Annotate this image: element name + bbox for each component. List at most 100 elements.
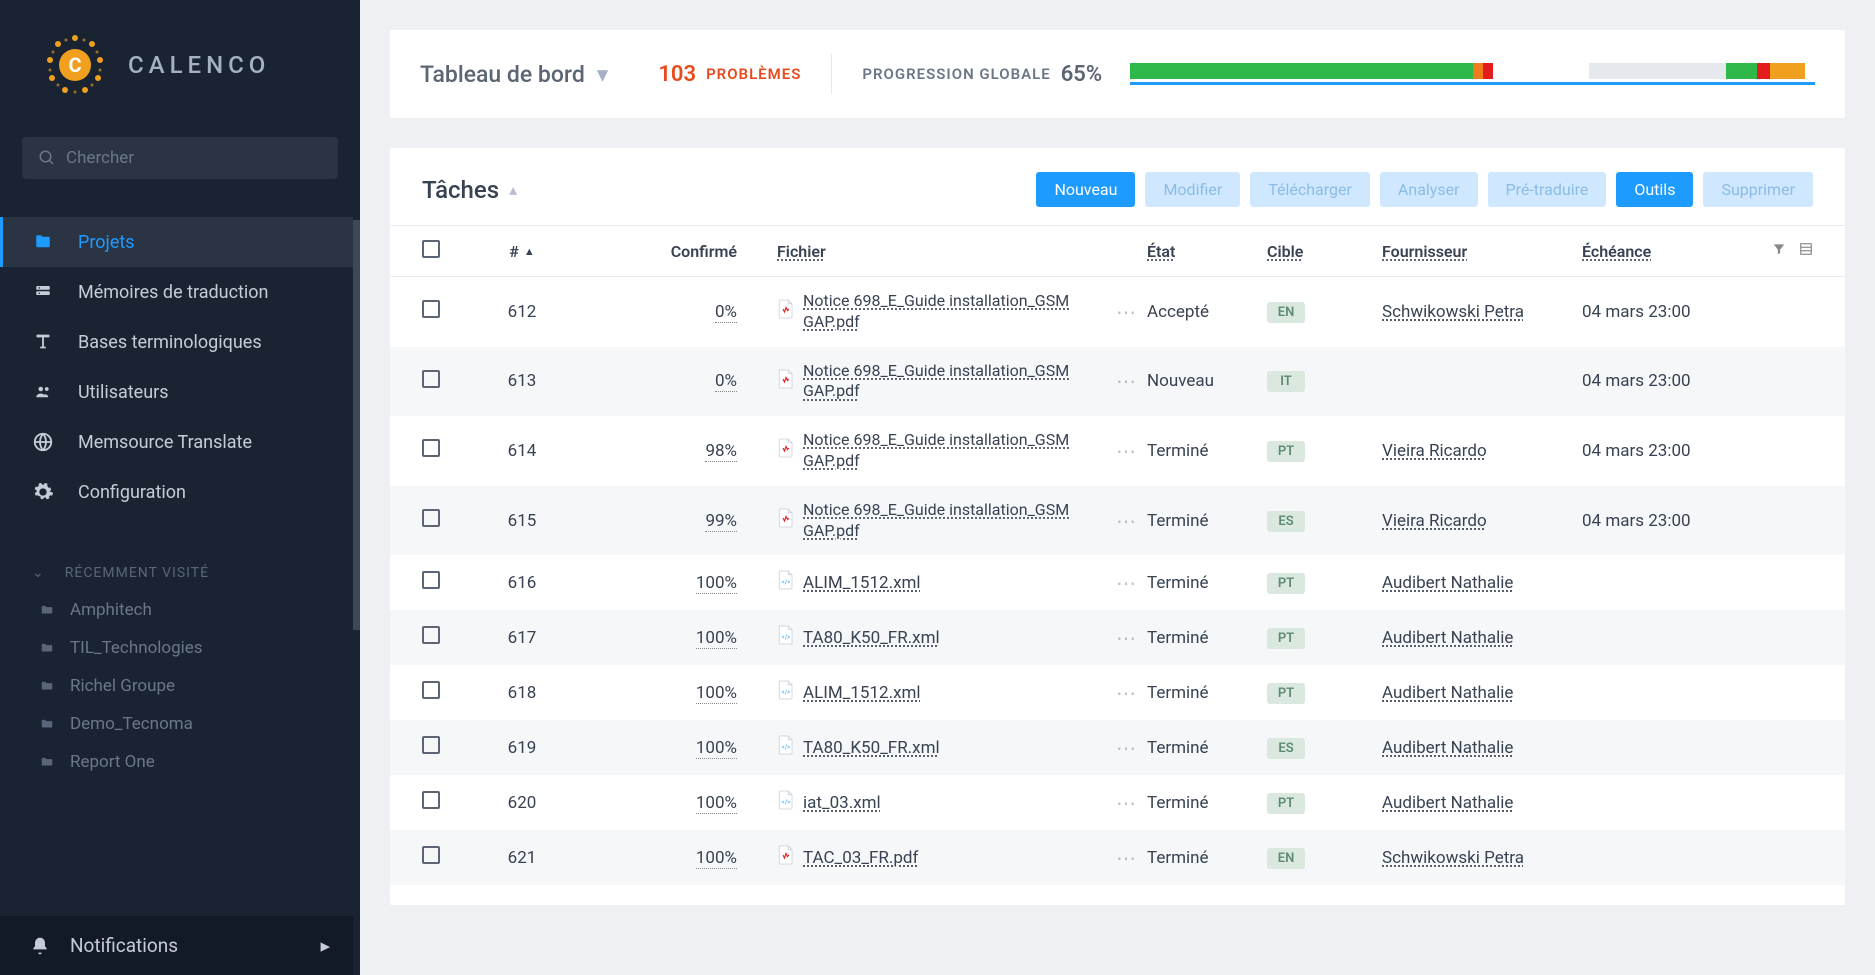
row-state: Terminé bbox=[1147, 573, 1267, 593]
column-deadline[interactable]: Échéance bbox=[1582, 242, 1762, 261]
target-badge: EN bbox=[1267, 848, 1305, 869]
row-checkbox[interactable] bbox=[422, 571, 440, 589]
table-row[interactable]: 620100%</>iat_03.xml⋯TerminéPTAudibert N… bbox=[390, 775, 1845, 830]
row-provider[interactable]: Audibert Nathalie bbox=[1382, 793, 1582, 813]
outils-button[interactable]: Outils bbox=[1616, 172, 1693, 207]
row-provider[interactable]: Audibert Nathalie bbox=[1382, 573, 1582, 593]
table-row[interactable]: 6130%Notice 698_E_Guide installation_GSM… bbox=[390, 347, 1845, 417]
more-icon[interactable]: ⋯ bbox=[1116, 300, 1138, 324]
sidebar-item-gear[interactable]: Configuration bbox=[0, 467, 360, 517]
target-badge: PT bbox=[1267, 628, 1305, 649]
table-row[interactable]: 617100%</>TA80_K50_FR.xml⋯TerminéPTAudib… bbox=[390, 610, 1845, 665]
table-row[interactable]: 616100%</>ALIM_1512.xml⋯TerminéPTAudiber… bbox=[390, 555, 1845, 610]
table-row[interactable]: 621100%TAC_03_FR.pdf⋯TerminéENSchwikowsk… bbox=[390, 830, 1845, 885]
column-file[interactable]: Fichier bbox=[737, 242, 1107, 261]
recent-item[interactable]: Demo_Tecnoma bbox=[0, 705, 360, 743]
file-cell[interactable]: Notice 698_E_Guide installation_GSM GAP.… bbox=[777, 430, 1107, 472]
recent-item[interactable]: Amphitech bbox=[0, 591, 360, 629]
row-checkbox[interactable] bbox=[422, 370, 440, 388]
file-cell[interactable]: Notice 698_E_Guide installation_GSM GAP.… bbox=[777, 361, 1107, 403]
row-provider[interactable]: Audibert Nathalie bbox=[1382, 683, 1582, 703]
more-icon[interactable]: ⋯ bbox=[1116, 439, 1138, 463]
row-number: 617 bbox=[472, 628, 572, 648]
row-provider[interactable]: Audibert Nathalie bbox=[1382, 738, 1582, 758]
recent-item[interactable]: Report One bbox=[0, 743, 360, 781]
sidebar-item-folder[interactable]: Projets bbox=[0, 217, 360, 267]
nouveau-button[interactable]: Nouveau bbox=[1036, 172, 1135, 207]
column-confirm[interactable]: Confirmé bbox=[572, 242, 737, 261]
modifier-button[interactable]: Modifier bbox=[1145, 172, 1240, 207]
sidebar-item-type[interactable]: Bases terminologiques bbox=[0, 317, 360, 367]
row-number: 616 bbox=[472, 573, 572, 593]
pré-traduire-button[interactable]: Pré-traduire bbox=[1488, 172, 1607, 207]
row-checkbox[interactable] bbox=[422, 846, 440, 864]
more-icon[interactable]: ⋯ bbox=[1116, 626, 1138, 650]
row-provider[interactable]: Vieira Ricardo bbox=[1382, 441, 1582, 461]
recent-header[interactable]: ⌄ RÉCEMMENT VISITÉ bbox=[0, 555, 360, 591]
search-box[interactable] bbox=[22, 137, 338, 179]
row-provider[interactable]: Schwikowski Petra bbox=[1382, 848, 1582, 868]
nav-label: Mémoires de traduction bbox=[78, 282, 268, 303]
notifications-bar[interactable]: Notifications ▸ bbox=[0, 916, 360, 975]
more-icon[interactable]: ⋯ bbox=[1116, 736, 1138, 760]
file-cell[interactable]: Notice 698_E_Guide installation_GSM GAP.… bbox=[777, 291, 1107, 333]
table-row[interactable]: 619100%</>TA80_K50_FR.xml⋯TerminéESAudib… bbox=[390, 720, 1845, 775]
more-icon[interactable]: ⋯ bbox=[1116, 571, 1138, 595]
table-row[interactable]: 6120%Notice 698_E_Guide installation_GSM… bbox=[390, 277, 1845, 347]
row-checkbox[interactable] bbox=[422, 791, 440, 809]
recent-header-label: RÉCEMMENT VISITÉ bbox=[65, 565, 209, 581]
file-cell[interactable]: Notice 698_E_Guide installation_GSM GAP.… bbox=[777, 500, 1107, 542]
target-badge: PT bbox=[1267, 683, 1305, 704]
divider bbox=[831, 54, 832, 94]
folder-icon bbox=[38, 755, 56, 769]
file-cell[interactable]: </> ALIM_1512.xml bbox=[777, 569, 1107, 596]
supprimer-button[interactable]: Supprimer bbox=[1703, 172, 1813, 207]
column-state[interactable]: État bbox=[1147, 242, 1267, 261]
row-provider[interactable]: Schwikowski Petra bbox=[1382, 302, 1582, 322]
sort-icon[interactable]: ▴ bbox=[509, 180, 517, 199]
dashboard-title[interactable]: Tableau de bord ▾ bbox=[420, 61, 608, 88]
column-provider[interactable]: Fournisseur bbox=[1382, 242, 1582, 261]
scrollbar-thumb[interactable] bbox=[353, 220, 360, 630]
search-input[interactable] bbox=[66, 148, 322, 168]
file-cell[interactable]: TAC_03_FR.pdf bbox=[777, 844, 1107, 871]
file-cell[interactable]: </>TA80_K50_FR.xml bbox=[777, 734, 1107, 761]
chevron-right-icon: ▸ bbox=[320, 934, 330, 957]
file-cell[interactable]: </>iat_03.xml bbox=[777, 789, 1107, 816]
recent-item[interactable]: TIL_Technologies bbox=[0, 629, 360, 667]
row-checkbox[interactable] bbox=[422, 439, 440, 457]
more-icon[interactable]: ⋯ bbox=[1116, 369, 1138, 393]
sidebar-item-globe[interactable]: Memsource Translate bbox=[0, 417, 360, 467]
row-state: Terminé bbox=[1147, 738, 1267, 758]
column-number[interactable]: #▲ bbox=[472, 242, 572, 261]
more-icon[interactable]: ⋯ bbox=[1116, 791, 1138, 815]
row-checkbox[interactable] bbox=[422, 626, 440, 644]
row-checkbox[interactable] bbox=[422, 300, 440, 318]
svg-text:</>: </> bbox=[782, 579, 791, 586]
table-row[interactable]: 61498%Notice 698_E_Guide installation_GS… bbox=[390, 416, 1845, 486]
file-name: Notice 698_E_Guide installation_GSM GAP.… bbox=[803, 430, 1107, 472]
column-target[interactable]: Cible bbox=[1267, 242, 1382, 261]
scrollbar-track[interactable] bbox=[353, 0, 360, 975]
row-checkbox[interactable] bbox=[422, 509, 440, 527]
télécharger-button[interactable]: Télécharger bbox=[1250, 172, 1370, 207]
file-name: ALIM_1512.xml bbox=[803, 572, 921, 594]
file-cell[interactable]: </>ALIM_1512.xml bbox=[777, 679, 1107, 706]
row-checkbox[interactable] bbox=[422, 681, 440, 699]
sidebar-item-drive[interactable]: Mémoires de traduction bbox=[0, 267, 360, 317]
more-icon[interactable]: ⋯ bbox=[1116, 509, 1138, 533]
row-provider[interactable]: Audibert Nathalie bbox=[1382, 628, 1582, 648]
file-cell[interactable]: </>TA80_K50_FR.xml bbox=[777, 624, 1107, 651]
more-icon[interactable]: ⋯ bbox=[1116, 681, 1138, 705]
row-provider[interactable]: Vieira Ricardo bbox=[1382, 511, 1582, 531]
sidebar-item-users[interactable]: Utilisateurs bbox=[0, 367, 360, 417]
more-icon[interactable]: ⋯ bbox=[1116, 846, 1138, 870]
problems-count[interactable]: 103 PROBLÈMES bbox=[658, 62, 801, 87]
analyser-button[interactable]: Analyser bbox=[1380, 172, 1478, 207]
table-row[interactable]: 618100%</>ALIM_1512.xml⋯TerminéPTAudiber… bbox=[390, 665, 1845, 720]
recent-item[interactable]: Richel Groupe bbox=[0, 667, 360, 705]
row-checkbox[interactable] bbox=[422, 736, 440, 754]
table-row[interactable]: 61599%Notice 698_E_Guide installation_GS… bbox=[390, 486, 1845, 556]
table-options[interactable] bbox=[1772, 241, 1813, 261]
select-all-checkbox[interactable] bbox=[422, 240, 440, 258]
